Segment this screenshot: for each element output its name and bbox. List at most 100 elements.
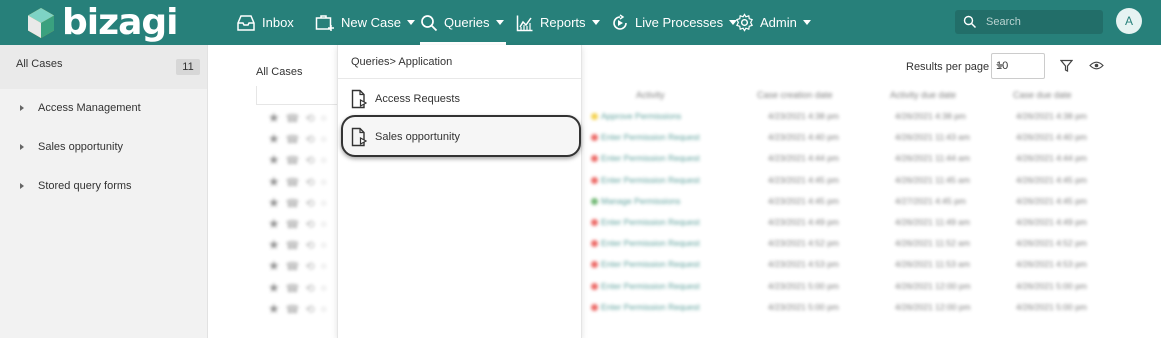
star-icon[interactable]: ★ — [268, 258, 280, 274]
search-icon[interactable]: ○ — [321, 304, 327, 315]
phone-icon[interactable]: ☎ — [286, 303, 300, 316]
case-due-date: 4/26/2021 4:49 pm — [1016, 217, 1087, 227]
nav-live-processes[interactable]: Live Processes — [611, 0, 738, 45]
nav-admin[interactable]: Admin — [735, 0, 811, 45]
search-icon[interactable]: ○ — [321, 134, 327, 145]
search-icon[interactable]: ○ — [321, 261, 327, 272]
document-play-icon — [351, 127, 367, 147]
star-icon[interactable]: ★ — [268, 195, 280, 211]
sidebar-item-label: All Cases — [16, 58, 63, 70]
share-icon[interactable]: ⟲ — [305, 303, 314, 316]
phone-icon[interactable]: ☎ — [286, 239, 300, 252]
case-creation-date: 4/23/2021 4:49 pm — [768, 217, 839, 227]
search-icon[interactable]: ○ — [321, 155, 327, 166]
column-header-case-due-date[interactable]: Case due date — [1013, 90, 1072, 100]
activity-name: Enter Permission Request — [601, 259, 700, 269]
star-icon[interactable]: ★ — [268, 216, 280, 232]
phone-icon[interactable]: ☎ — [286, 176, 300, 189]
search-icon[interactable]: ○ — [321, 113, 327, 124]
search-icon[interactable]: ○ — [321, 240, 327, 251]
row-actions: ★ ☎ ⟲ ○ — [268, 237, 327, 253]
status-dot — [591, 304, 598, 312]
phone-icon[interactable]: ☎ — [286, 260, 300, 273]
row-actions: ★ ☎ ⟲ ○ — [268, 152, 327, 168]
activity-link[interactable]: Enter Permission Request — [591, 217, 700, 227]
case-due-date: 4/26/2021 4:45 pm — [1016, 196, 1087, 206]
user-avatar[interactable]: A — [1116, 8, 1142, 34]
nav-queries[interactable]: Queries — [420, 0, 506, 45]
phone-icon[interactable]: ☎ — [286, 154, 300, 167]
case-due-date: 4/26/2021 4:52 pm — [1016, 238, 1087, 248]
sidebar-item-sales-opportunity[interactable]: Sales opportunity — [16, 141, 123, 153]
case-creation-date: 4/23/2021 4:45 pm — [768, 175, 839, 185]
search-box[interactable] — [955, 10, 1103, 34]
sidebar-item-stored-query-forms[interactable]: Stored query forms — [16, 180, 132, 192]
sidebar-item-access-management[interactable]: Access Management — [16, 102, 141, 114]
results-per-page-select[interactable]: 10 — [991, 53, 1045, 79]
share-icon[interactable]: ⟲ — [305, 176, 314, 189]
eye-icon[interactable] — [1089, 60, 1104, 71]
share-icon[interactable]: ⟲ — [305, 154, 314, 167]
column-header-activity-due-date[interactable]: Activity due date — [890, 90, 956, 100]
status-dot — [591, 198, 598, 206]
search-input[interactable] — [984, 15, 1098, 29]
nav-inbox[interactable]: Inbox — [236, 0, 294, 45]
search-icon[interactable]: ○ — [321, 219, 327, 230]
activity-name: Enter Permission Request — [601, 302, 700, 312]
caret-right-icon[interactable] — [20, 183, 24, 189]
star-icon[interactable]: ★ — [268, 110, 280, 126]
case-due-date: 4/26/2021 4:44 pm — [1016, 153, 1087, 163]
star-icon[interactable]: ★ — [268, 152, 280, 168]
search-icon[interactable]: ○ — [321, 198, 327, 209]
caret-right-icon[interactable] — [20, 105, 24, 111]
chart-icon — [516, 15, 533, 31]
activity-link[interactable]: Enter Permission Request — [591, 132, 700, 142]
activity-due-date: 4/26/2021 4:38 pm — [895, 111, 966, 121]
share-icon[interactable]: ⟲ — [305, 133, 314, 146]
column-header-case-creation-date[interactable]: Case creation date — [757, 90, 833, 100]
star-icon[interactable]: ★ — [268, 280, 280, 296]
activity-due-date: 4/26/2021 11:53 am — [895, 259, 970, 269]
sidebar: All Cases 11 Access Management Sales opp… — [0, 45, 208, 338]
phone-icon[interactable]: ☎ — [286, 197, 300, 210]
sidebar-item-label: Sales opportunity — [38, 141, 123, 153]
activity-link[interactable]: Manage Permissions — [591, 196, 680, 206]
nav-new-case[interactable]: New Case — [315, 0, 415, 45]
search-icon[interactable]: ○ — [321, 177, 327, 188]
activity-link[interactable]: Enter Permission Request — [591, 281, 700, 291]
share-icon[interactable]: ⟲ — [305, 112, 314, 125]
activity-name: Enter Permission Request — [601, 175, 700, 185]
case-creation-date: 4/23/2021 4:44 pm — [768, 153, 839, 163]
activity-link[interactable]: Enter Permission Request — [591, 175, 700, 185]
share-icon[interactable]: ⟲ — [305, 218, 314, 231]
activity-link[interactable]: Enter Permission Request — [591, 238, 700, 248]
nav-reports[interactable]: Reports — [516, 0, 600, 45]
menu-item-sales-opportunity[interactable]: Sales opportunity — [351, 127, 460, 147]
phone-icon[interactable]: ☎ — [286, 112, 300, 125]
star-icon[interactable]: ★ — [268, 301, 280, 317]
phone-icon[interactable]: ☎ — [286, 282, 300, 295]
star-icon[interactable]: ★ — [268, 237, 280, 253]
caret-right-icon[interactable] — [20, 144, 24, 150]
share-icon[interactable]: ⟲ — [305, 197, 314, 210]
star-icon[interactable]: ★ — [268, 131, 280, 147]
column-header-activity[interactable]: Activity — [636, 90, 665, 100]
search-icon[interactable]: ○ — [321, 283, 327, 294]
star-icon[interactable]: ★ — [268, 174, 280, 190]
sidebar-item-all-cases[interactable]: All Cases 11 — [0, 45, 207, 89]
phone-icon[interactable]: ☎ — [286, 218, 300, 231]
status-dot — [591, 177, 598, 185]
activity-link[interactable]: Enter Permission Request — [591, 259, 700, 269]
activity-link[interactable]: Enter Permission Request — [591, 302, 700, 312]
activity-due-date: 4/26/2021 11:52 am — [895, 238, 970, 248]
share-icon[interactable]: ⟲ — [305, 282, 314, 295]
activity-link[interactable]: Enter Permission Request — [591, 153, 700, 163]
case-count-badge: 11 — [176, 59, 200, 75]
share-icon[interactable]: ⟲ — [305, 260, 314, 273]
filter-icon[interactable] — [1060, 59, 1073, 72]
menu-item-access-requests[interactable]: Access Requests — [351, 89, 460, 109]
activity-link[interactable]: Approve Permissions — [591, 111, 681, 121]
share-icon[interactable]: ⟲ — [305, 239, 314, 252]
phone-icon[interactable]: ☎ — [286, 133, 300, 146]
bizagi-logo[interactable]: bizagi — [26, 3, 178, 43]
